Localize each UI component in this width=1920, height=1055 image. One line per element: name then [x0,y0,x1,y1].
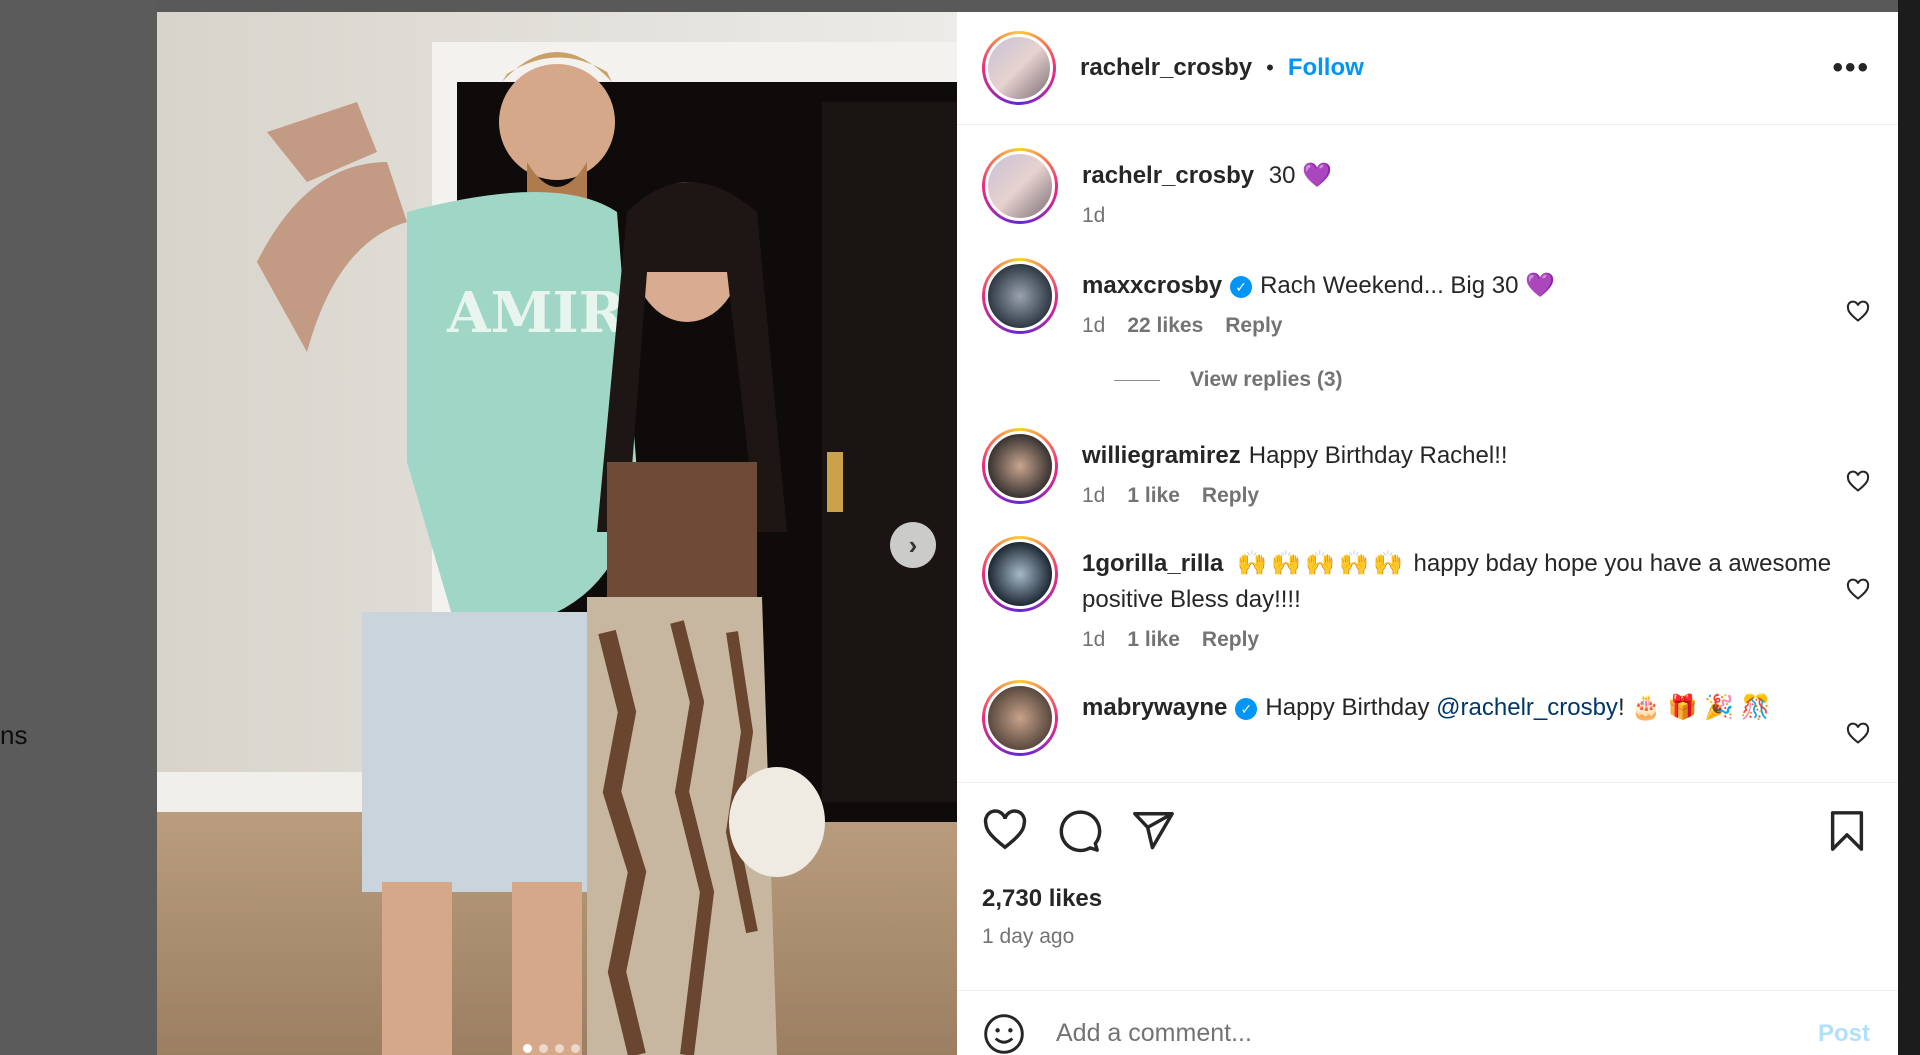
comment-item: maxxcrosby ✓ Rach Weekend... Big 30 💜 1d 2… [982,258,1870,338]
share-icon[interactable] [1130,808,1176,854]
comment-input[interactable] [1056,1019,1818,1048]
comment-time[interactable]: 1d [1082,314,1105,338]
comments-list[interactable]: rachelr_crosby 30 💜 1d maxxcrosby✓Rach [957,126,1898,782]
carousel-indicator [523,1044,580,1053]
add-comment-bar: Post [957,990,1898,1055]
bookmark-icon[interactable] [1824,808,1870,854]
carousel-dot [571,1044,580,1053]
reply-button[interactable]: Reply [1202,628,1259,652]
comment-username[interactable]: 1gorilla_rilla [1082,550,1223,577]
comment-icon[interactable] [1056,808,1102,854]
author-username[interactable]: rachelr_crosby [1080,54,1252,82]
comment-likes[interactable]: 1 like [1127,628,1180,652]
next-photo-button[interactable]: › [890,522,936,568]
post-details-panel: rachelr_crosby • Follow ••• rachelr_cros… [957,12,1898,1055]
comment-time[interactable]: 1d [1082,484,1105,508]
comment-item: williegramirez Happy Birthday Rachel!! 1d… [982,428,1870,508]
comment-time[interactable]: 1d [1082,628,1105,652]
post-timestamp[interactable]: 1 day ago [982,925,1870,949]
verified-icon: ✓ [1230,276,1253,298]
follow-button[interactable]: Follow [1288,54,1364,82]
carousel-dot [523,1044,532,1053]
heart-emoji: 💜 [1302,162,1333,189]
separator-dot: • [1266,55,1274,80]
comment-like-icon[interactable] [1846,300,1870,324]
reply-button[interactable]: Reply [1225,314,1282,338]
caption-time[interactable]: 1d [1082,204,1105,228]
post-photo[interactable]: AMIR › [157,12,957,1055]
heart-icon[interactable] [982,808,1028,854]
avatar[interactable] [982,258,1058,334]
view-replies-button[interactable]: View replies (3) [1114,368,1870,392]
emoji-text: 🙌🙌🙌🙌🙌 [1237,550,1407,577]
comment-like-icon[interactable] [1846,722,1870,746]
comment-username[interactable]: maxxcrosby [1082,272,1222,299]
comment-username[interactable]: williegramirez [1082,442,1241,469]
avatar[interactable] [982,680,1058,756]
comment-text: Happy Birthday Rachel!! [1248,442,1508,469]
comment-text: Happy Birthday [1265,694,1437,721]
post-modal: AMIR › rachelr_crosby • Follow ••• rache… [157,12,1898,1055]
divider-line [1114,379,1160,381]
chevron-right-icon: › [908,529,918,560]
verified-icon: ✓ [1235,698,1258,720]
likes-count[interactable]: 2,730 likes [982,885,1870,913]
avatar[interactable] [982,31,1056,105]
comment-item: 1gorilla_rilla 🙌🙌🙌🙌🙌 happy bday hope you … [982,536,1870,652]
view-replies-label: View replies (3) [1190,368,1343,391]
comment-item: mabrywayne ✓ Happy Birthday @rachelr_crosb… [982,680,1870,756]
carousel-dot [555,1044,564,1053]
caption-text: 30 [1268,162,1296,189]
svg-text:AMIR: AMIR [446,280,626,346]
comment-like-icon[interactable] [1846,470,1870,494]
reply-button[interactable]: Reply [1202,484,1259,508]
comment-username[interactable]: mabrywayne [1082,694,1227,721]
emoji-icon[interactable] [982,1012,1026,1055]
avatar[interactable] [982,148,1058,224]
comment-likes[interactable]: 22 likes [1127,314,1203,338]
more-icon[interactable]: ••• [1832,53,1870,83]
avatar[interactable] [982,536,1058,612]
mention-link[interactable]: @rachelr_crosby [1436,694,1618,721]
comment-text-after: ! 🎂 🎁 🎉 🎊 [1617,694,1771,721]
photo-image: AMIR [157,12,957,1055]
caption-username[interactable]: rachelr_crosby [1082,162,1254,189]
post-header: rachelr_crosby • Follow ••• [957,12,1898,125]
post-actions: 2,730 likes 1 day ago [957,782,1898,949]
carousel-dot [539,1044,548,1053]
comment-like-icon[interactable] [1846,578,1870,602]
post-comment-button[interactable]: Post [1818,1020,1870,1048]
comment-likes[interactable]: 1 like [1127,484,1180,508]
caption: rachelr_crosby 30 💜 1d [982,148,1870,228]
comment-text: Rach Weekend... Big 30 💜 [1260,272,1556,299]
avatar[interactable] [982,428,1058,504]
